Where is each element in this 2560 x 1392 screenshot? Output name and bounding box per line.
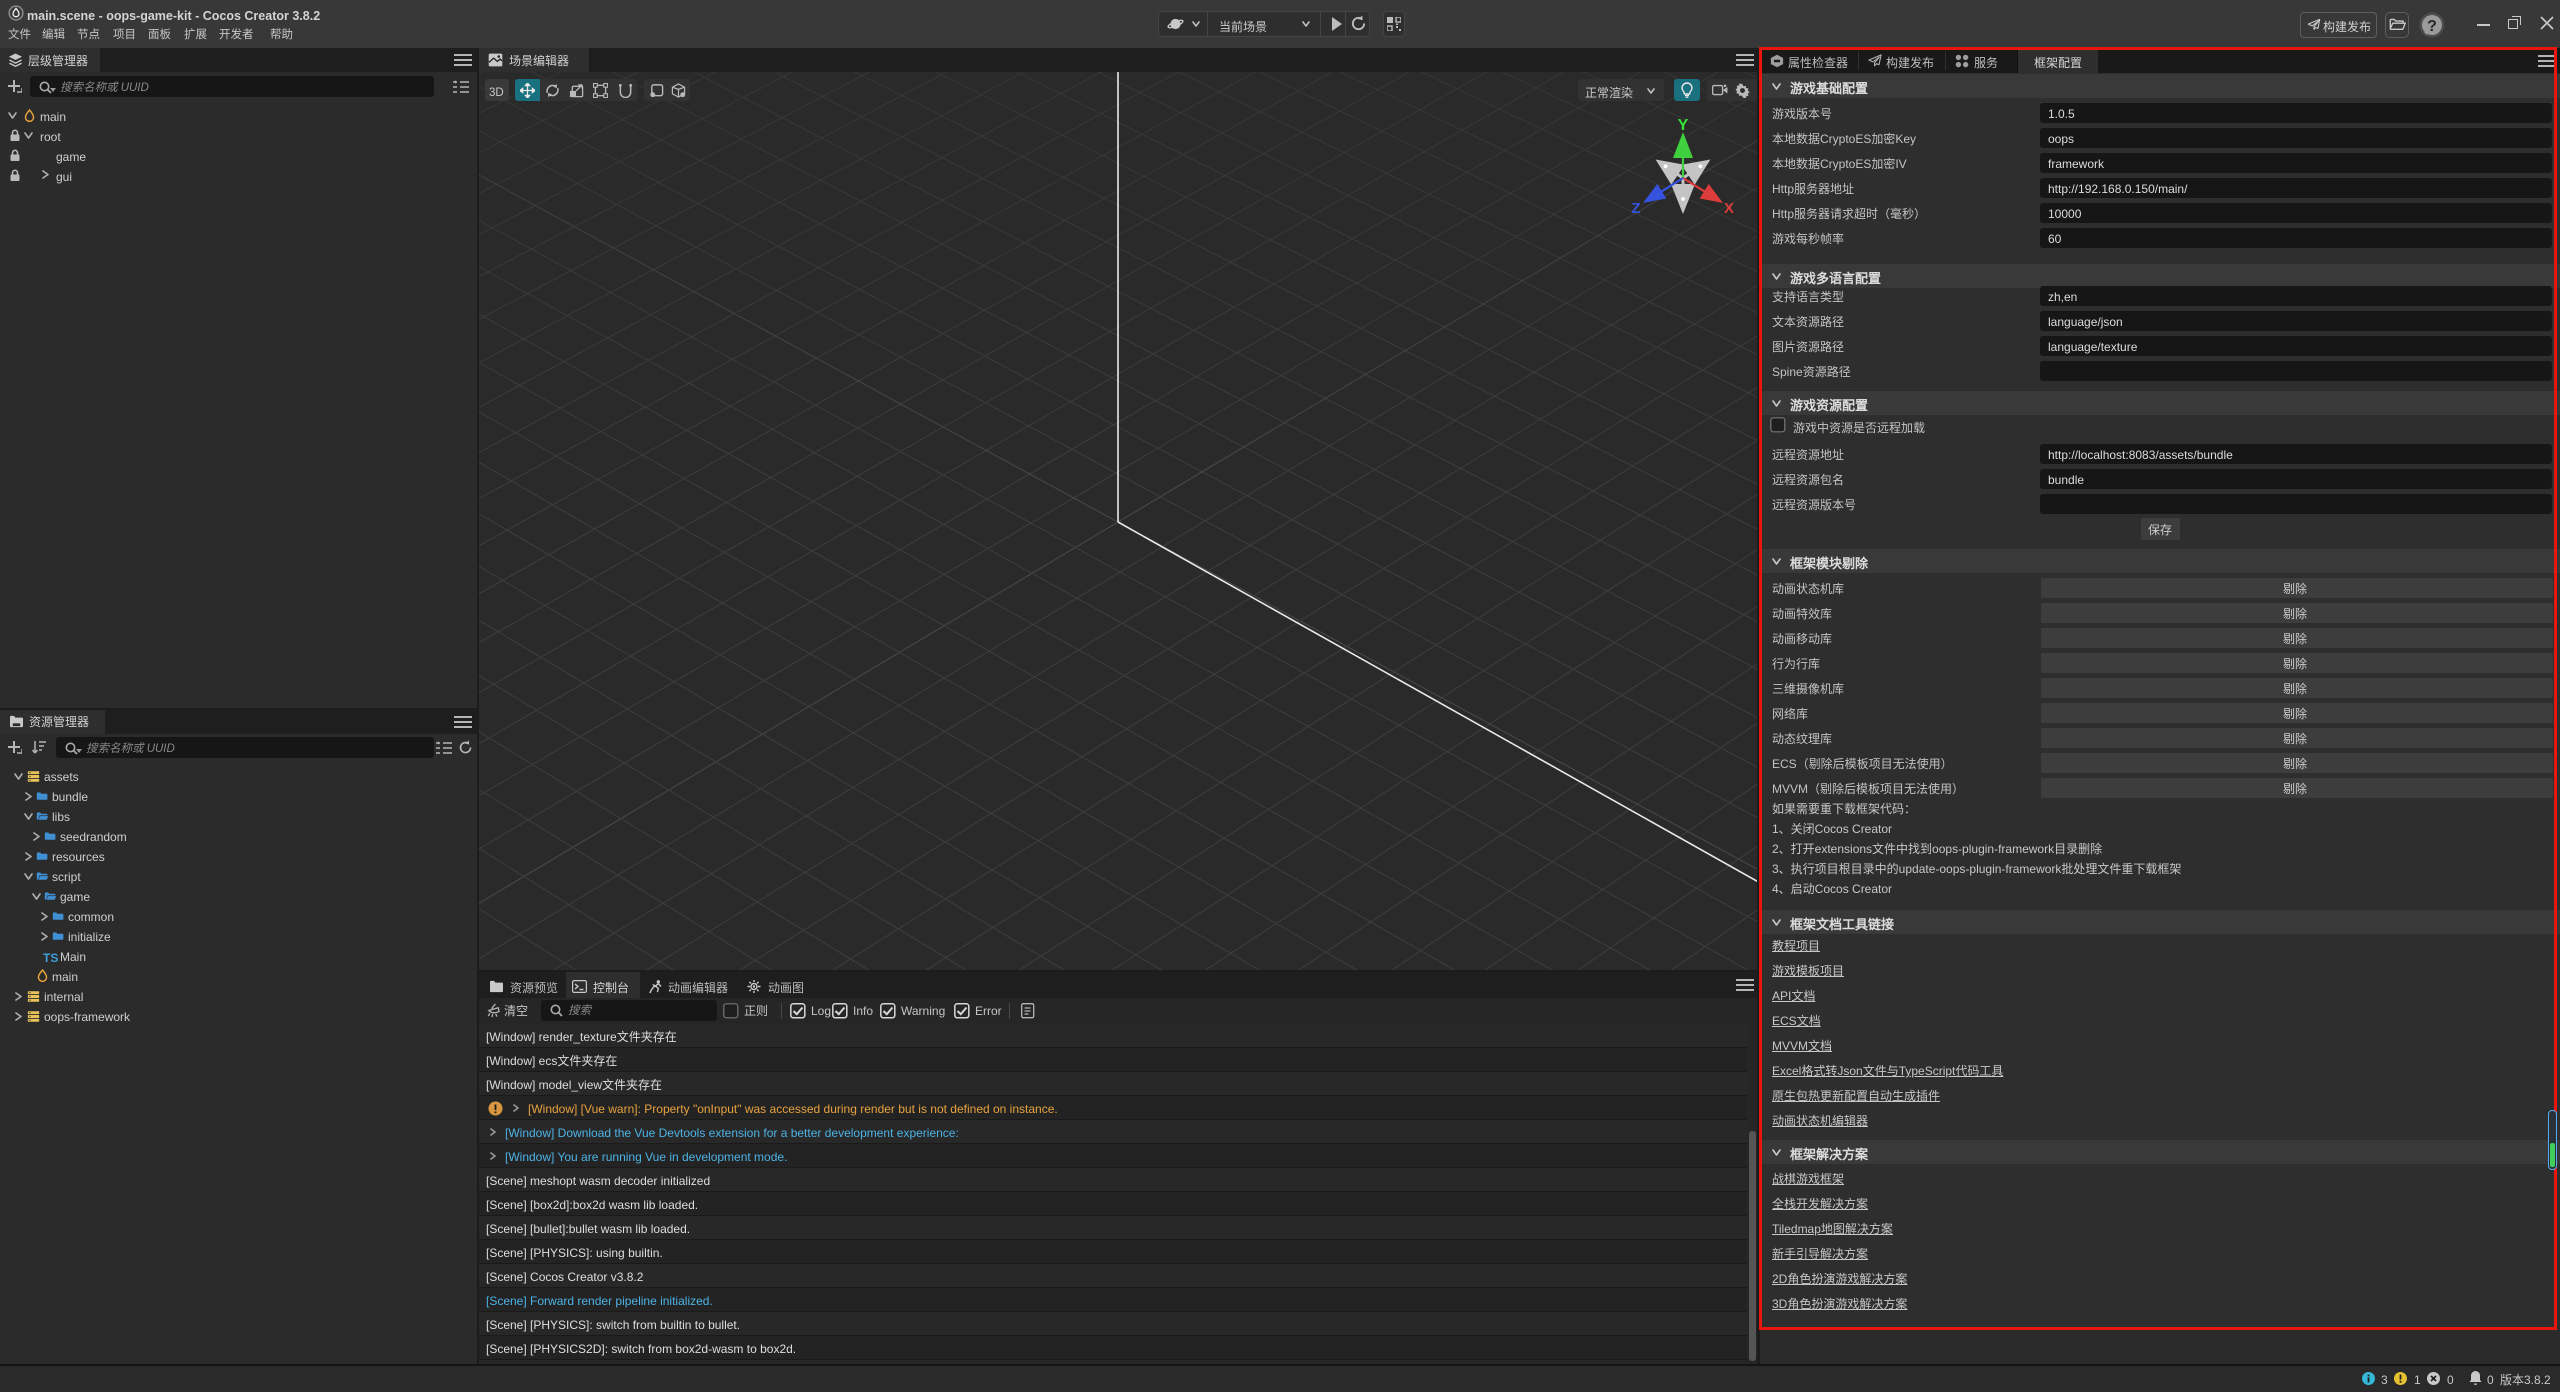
svg-text:?: ? bbox=[2427, 18, 2437, 35]
svg-text:Y: Y bbox=[1678, 117, 1689, 134]
svg-text:X: X bbox=[1724, 200, 1734, 217]
svg-text:Z: Z bbox=[1631, 200, 1640, 217]
